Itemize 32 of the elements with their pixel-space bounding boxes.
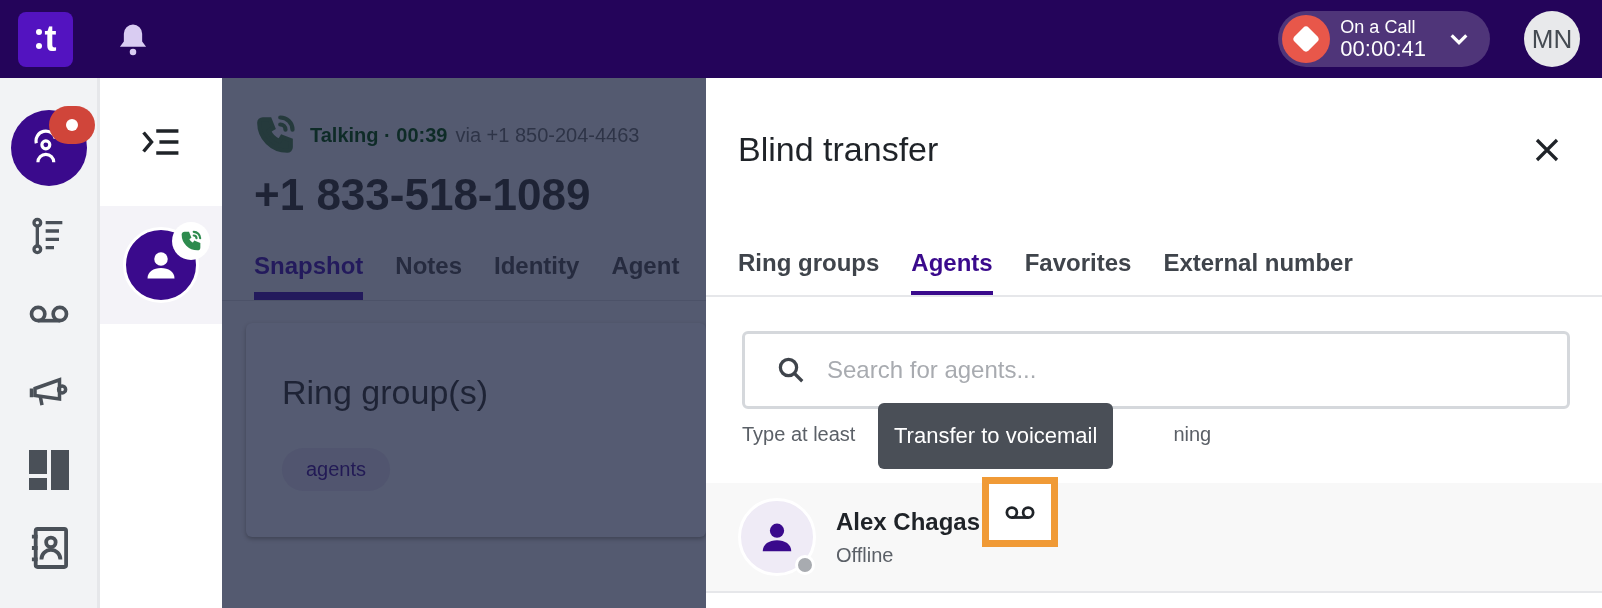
call-status: Talking · 00:39 [310, 123, 448, 147]
tooltip: Transfer to voicemail [878, 403, 1114, 469]
dashboard-icon [28, 450, 69, 490]
bell-icon[interactable] [117, 22, 149, 56]
ring-group-tag: agents [282, 448, 391, 491]
contacts-icon [29, 527, 68, 569]
active-call-item[interactable] [100, 206, 222, 324]
menu-icon[interactable] [142, 127, 180, 157]
agent-status: Offline [836, 543, 895, 567]
call-status-pill[interactable]: On a Call 00:00:41 [1278, 11, 1490, 67]
caller-number: +1 833-518-1089 [254, 170, 592, 220]
search-icon [776, 355, 806, 385]
transfer-tab[interactable]: Favorites [1024, 249, 1132, 295]
call-timer: 00:00:41 [1340, 36, 1426, 60]
call-status-label: On a Call [1340, 18, 1417, 37]
app-logo[interactable]: t [18, 11, 73, 67]
drawer-title: Blind transfer [738, 130, 939, 169]
hint-text: Type at least [742, 423, 856, 447]
voicemail-button[interactable] [982, 477, 1059, 547]
phone-icon [180, 230, 202, 252]
voicemail-icon [1005, 504, 1036, 520]
voicemail-icon [28, 304, 69, 324]
end-call-icon [1282, 15, 1331, 63]
transfer-tab[interactable]: External number [1163, 249, 1353, 295]
phone-icon [254, 114, 296, 156]
transfer-tab[interactable]: Agents [911, 249, 993, 295]
agent-name: Alex Chagas [836, 507, 981, 536]
search-field[interactable]: Search for agents... [742, 331, 1570, 409]
hint-text: ning [1173, 423, 1212, 447]
card-title: Ring group(s) [282, 373, 489, 412]
user-avatar[interactable]: MN [1524, 11, 1580, 67]
transfer-tab[interactable]: Ring groups [738, 249, 880, 295]
